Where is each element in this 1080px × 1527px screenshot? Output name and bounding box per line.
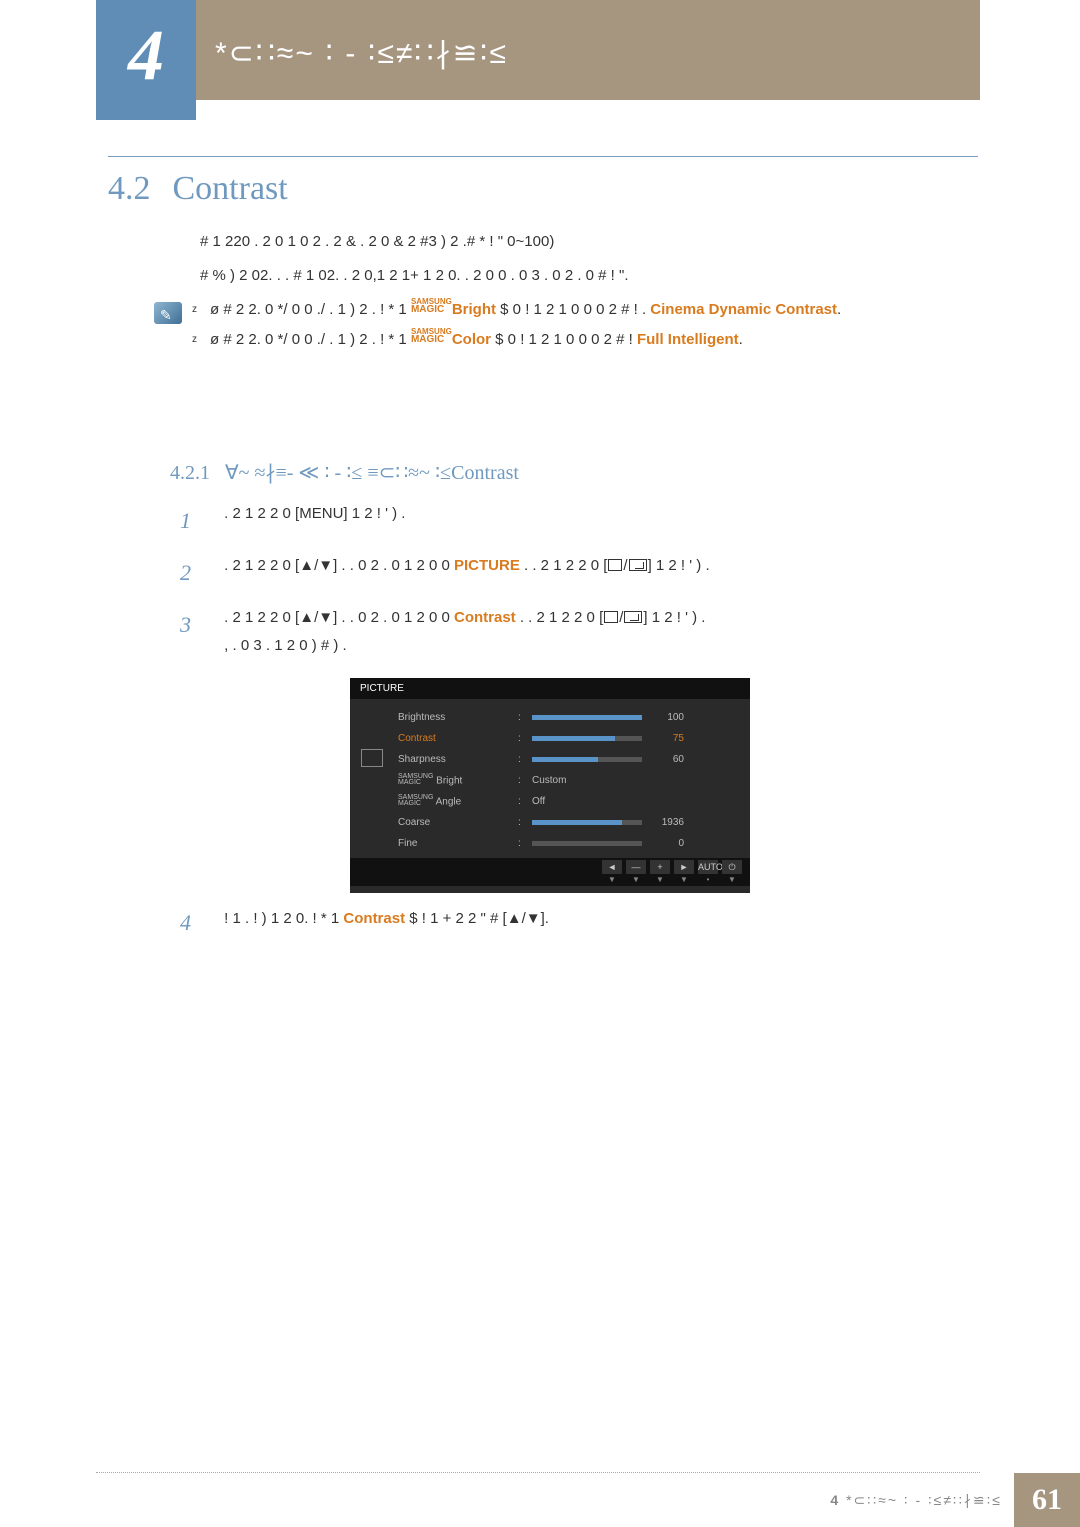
- step-4: 4 ! 1 . ! ) 1 2 0. ! * 1 Contrast $ ! 1 …: [180, 910, 960, 936]
- osd-foot-key: —: [626, 860, 646, 874]
- samsung-magic-label: SAMSUNGMAGIC: [411, 298, 452, 314]
- note-item-1: ø # 2 2. 0 */ 0 0 ./ . 1 ) 2 . ! * 1 SAM…: [192, 298, 841, 322]
- osd-row: Sharpness:60: [398, 749, 738, 770]
- section-body: # 1 220 . 2 0 1 0 2 . 2 & . 2 0 & 2 #3 )…: [200, 230, 960, 358]
- chapter-title: *⊂∷≈~ ∶ - ∶≤≠∷∤≌∶≤: [215, 36, 508, 71]
- section-title: Contrast: [173, 170, 288, 207]
- slider-track: [532, 715, 642, 720]
- osd-menu: PICTURE Brightness:100Contrast:75Sharpne…: [350, 678, 750, 893]
- page-number: 61: [1014, 1473, 1080, 1527]
- square-icon: [608, 559, 622, 571]
- osd-row-label: Sharpness: [398, 754, 518, 765]
- osd-row-label: SAMSUNGMAGIC Bright: [398, 774, 518, 787]
- slider-track: [532, 841, 642, 846]
- slider-track: [532, 757, 642, 762]
- page-footer: 4 *⊂∷≈~ ∶ - ∶≤≠∷∤≌∶≤ 61: [0, 1473, 1080, 1527]
- osd-row-label: Brightness: [398, 712, 518, 723]
- osd-row: Coarse:1936: [398, 812, 738, 833]
- enter-icon: [624, 611, 642, 623]
- osd-row-label: Contrast: [398, 733, 518, 744]
- section-heading: 4.2 Contrast: [108, 170, 288, 208]
- osd-foot-key: ◄: [602, 860, 622, 874]
- chapter-number: 4: [96, 0, 196, 120]
- osd-title: PICTURE: [350, 678, 750, 699]
- osd-row: SAMSUNGMAGIC Bright:Custom: [398, 770, 738, 791]
- osd-row-label: SAMSUNGMAGIC Angle: [398, 795, 518, 808]
- osd-row: Contrast:75: [398, 728, 738, 749]
- osd-row-label: Coarse: [398, 817, 518, 828]
- osd-icon-column: [350, 699, 394, 858]
- picture-icon: [361, 749, 383, 767]
- osd-rows: Brightness:100Contrast:75Sharpness:60SAM…: [394, 699, 750, 858]
- note-list: ø # 2 2. 0 */ 0 0 ./ . 1 ) 2 . ! * 1 SAM…: [192, 298, 841, 358]
- osd-footer: ◄▼—▼+▼►▼AUTO•⏻▼: [350, 858, 750, 886]
- osd-foot-key: ►: [674, 860, 694, 874]
- section-rule: [108, 156, 978, 157]
- osd-row: Brightness:100: [398, 707, 738, 728]
- slider-track: [532, 820, 642, 825]
- step-3: 3 . 2 1 2 2 0 [▲/▼] . . 0 2 . 0 1 2 0 0 …: [180, 604, 960, 661]
- osd-value: 0: [648, 838, 684, 849]
- osd-value: 60: [648, 754, 684, 765]
- slider-track: [532, 736, 642, 741]
- osd-value: 1936: [648, 817, 684, 828]
- osd-row: SAMSUNGMAGIC Angle:Off: [398, 791, 738, 812]
- enter-icon: [629, 559, 647, 571]
- note-item-2: ø # 2 2. 0 */ 0 0 ./ . 1 ) 2 . ! * 1 SAM…: [192, 328, 841, 352]
- osd-foot-key: AUTO: [698, 860, 718, 874]
- osd-value: 100: [648, 712, 684, 723]
- samsung-magic-label: SAMSUNGMAGIC: [411, 328, 452, 344]
- menu-key: MENU: [299, 505, 343, 522]
- square-icon: [604, 611, 618, 623]
- intro-p2: # % ) 2 02. . . # 1 02. . 2 0,1 2 1+ 1 2…: [200, 264, 960, 288]
- osd-row-label: Fine: [398, 838, 518, 849]
- steps-list: 1 . 2 1 2 2 0 [MENU] 1 2 ! ' ) . 2 . 2 1…: [180, 500, 960, 671]
- osd-foot-key: ⏻: [722, 860, 742, 874]
- section-number: 4.2: [108, 170, 151, 207]
- intro-p1: # 1 220 . 2 0 1 0 2 . 2 & . 2 0 & 2 #3 )…: [200, 230, 960, 254]
- note-icon: [154, 302, 182, 324]
- step-2: 2 . 2 1 2 2 0 [▲/▼] . . 0 2 . 0 1 2 0 0 …: [180, 552, 960, 594]
- osd-row: Fine:0: [398, 833, 738, 854]
- subsection-heading: 4.2.1 ∀~ ≈∤≡- ≪ ∶ - ∶≤ ≡⊂∷≈~ ∶≤Contrast: [170, 460, 519, 485]
- osd-value: 75: [648, 733, 684, 744]
- osd-foot-key: +: [650, 860, 670, 874]
- step-1: 1 . 2 1 2 2 0 [MENU] 1 2 ! ' ) .: [180, 500, 960, 542]
